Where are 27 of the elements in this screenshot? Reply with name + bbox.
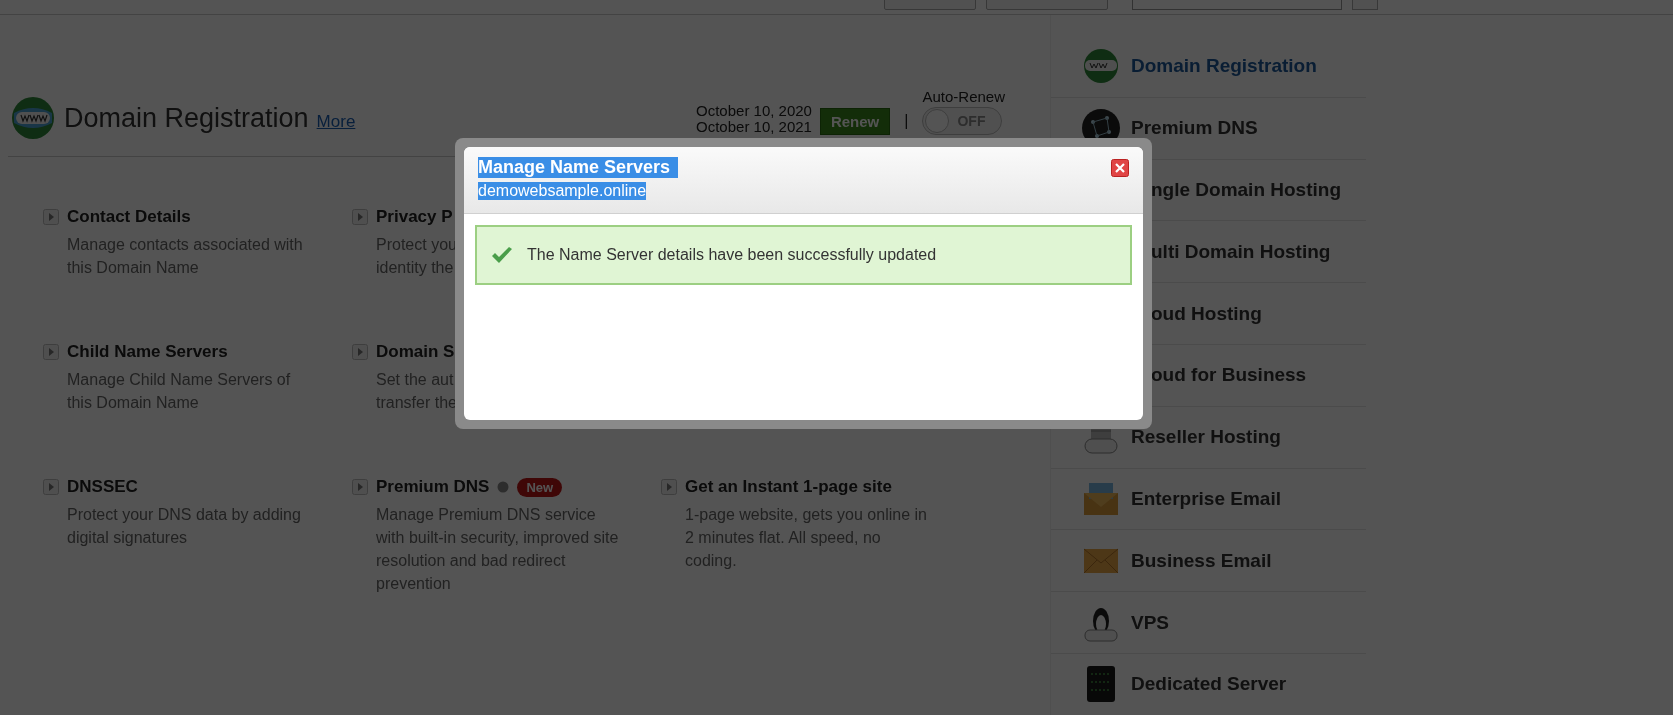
globe-icon	[10, 95, 56, 141]
close-button[interactable]	[1111, 159, 1129, 177]
auto-renew-label: Auto-Renew	[922, 87, 1005, 105]
dot-icon	[497, 481, 510, 493]
dialog-title: Manage Name Servers	[478, 157, 679, 178]
sidebar-item[interactable]: Business Email	[1051, 530, 1366, 593]
sidebar-item[interactable]: Dedicated Server	[1051, 653, 1366, 715]
feature-link[interactable]: Domain S	[376, 342, 455, 362]
message-text: The Name Server details have been successfully updated	[527, 246, 937, 264]
date-text: October 10, 2021	[696, 119, 812, 135]
feature-link[interactable]: Premium DNS	[376, 477, 490, 497]
page-title: Domain Registration	[64, 102, 309, 134]
feature-link[interactable]: Child Name Servers	[67, 342, 228, 362]
sidebar-item[interactable]: Domain Registration	[1051, 36, 1366, 98]
feature-link[interactable]: Get an Instant 1-page site	[685, 477, 892, 497]
feature-link[interactable]: Privacy P	[376, 207, 453, 227]
sidebar-item[interactable]: Enterprise Email	[1051, 468, 1366, 531]
renew-button[interactable]: Renew	[819, 107, 891, 135]
sidebar-item[interactable]: VPS	[1051, 592, 1366, 654]
more-link[interactable]: More	[316, 112, 356, 132]
date-text: October 10, 2020	[696, 103, 812, 119]
separator-text: |	[904, 112, 909, 130]
new-badge: New	[517, 477, 563, 497]
checkmark-icon	[491, 246, 513, 264]
feature-link[interactable]: DNSSEC	[67, 477, 138, 497]
dialog-subtitle: demowebsample.online	[478, 182, 647, 200]
feature-link[interactable]: Contact Details	[67, 207, 191, 227]
